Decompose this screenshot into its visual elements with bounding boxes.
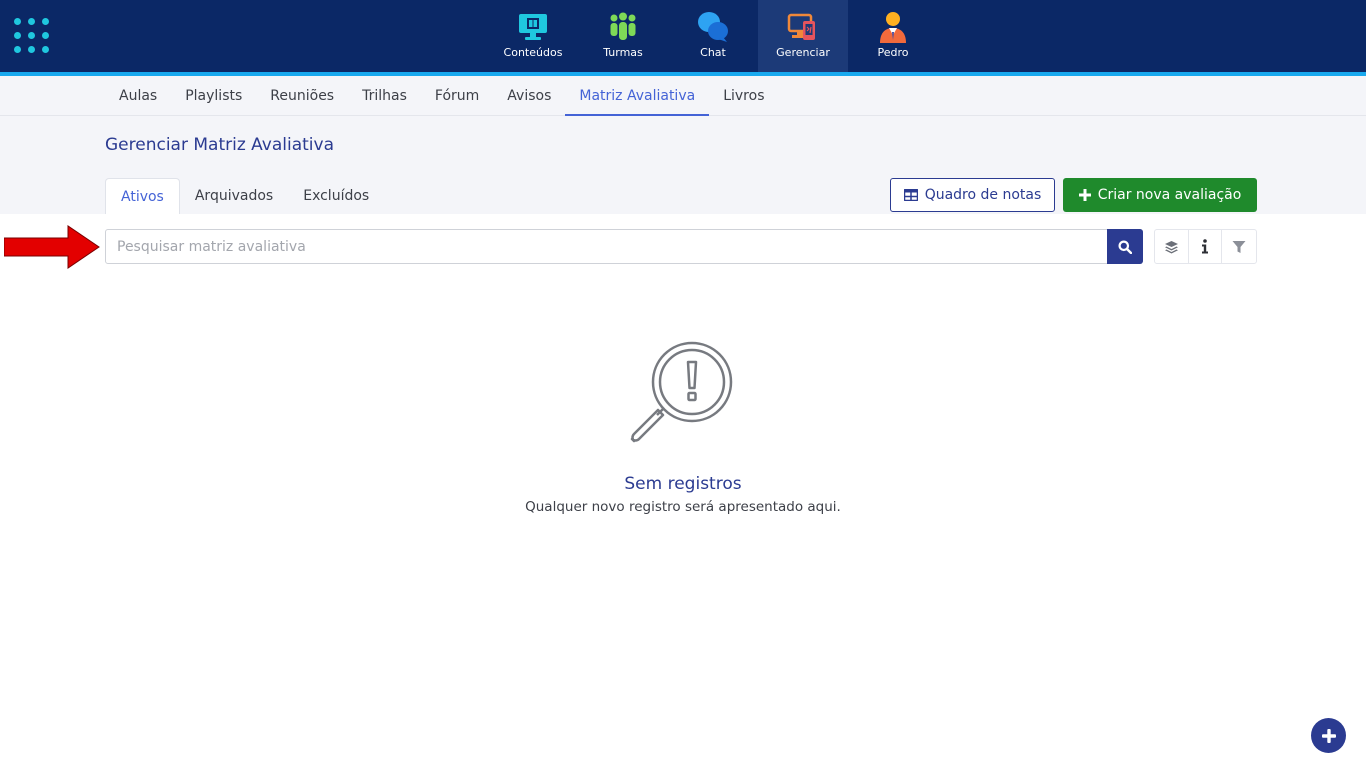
info-button[interactable] xyxy=(1189,230,1223,263)
subnav-item-trilhas[interactable]: Trilhas xyxy=(348,76,421,116)
magnifier-warning-icon xyxy=(630,341,733,443)
nav-item-conteudos[interactable]: Conteúdos xyxy=(488,0,578,72)
quadro-de-notas-button[interactable]: Quadro de notas xyxy=(890,178,1055,212)
group-people-icon xyxy=(610,12,636,40)
main-nav: Conteúdos Turmas Chat Gerenciar Pedro xyxy=(488,0,938,72)
empty-state-title: Sem registros xyxy=(624,474,742,494)
top-navigation-bar: Conteúdos Turmas Chat Gerenciar Pedro xyxy=(0,0,1366,72)
subnav-item-livros[interactable]: Livros xyxy=(709,76,778,116)
tab-ativos[interactable]: Ativos xyxy=(105,178,180,214)
search-input[interactable] xyxy=(106,230,1108,263)
red-arrow-annotation-icon xyxy=(4,225,100,269)
view-tools xyxy=(1154,229,1257,264)
criar-nova-avaliacao-button[interactable]: Criar nova avaliação xyxy=(1063,178,1257,212)
criar-nova-avaliacao-label: Criar nova avaliação xyxy=(1097,187,1242,203)
manage-devices-icon xyxy=(787,13,815,40)
info-icon xyxy=(1202,239,1208,254)
layers-icon xyxy=(1164,240,1178,253)
nav-label: Chat xyxy=(700,46,726,59)
subnav-item-forum[interactable]: Fórum xyxy=(421,76,493,116)
user-avatar-icon xyxy=(880,12,906,43)
subnav-item-avisos[interactable]: Avisos xyxy=(493,76,565,116)
chat-bubbles-icon xyxy=(698,12,728,42)
subnav-item-reunioes[interactable]: Reuniões xyxy=(256,76,348,116)
status-tabs: Ativos Arquivados Excluídos xyxy=(105,178,384,214)
nav-label: Pedro xyxy=(877,46,909,59)
layers-button[interactable] xyxy=(1155,230,1189,263)
nav-item-gerenciar[interactable]: Gerenciar xyxy=(758,0,848,72)
plus-icon xyxy=(1078,189,1091,201)
plus-icon xyxy=(1321,728,1336,743)
nav-label: Turmas xyxy=(603,46,643,59)
subnav-item-matriz-avaliativa[interactable]: Matriz Avaliativa xyxy=(565,76,710,116)
filter-icon xyxy=(1232,240,1246,253)
quadro-de-notas-label: Quadro de notas xyxy=(924,187,1042,203)
page-title: Gerenciar Matriz Avaliativa xyxy=(105,135,334,155)
empty-state-subtitle: Qualquer novo registro será apresentado … xyxy=(525,499,841,515)
nav-item-chat[interactable]: Chat xyxy=(668,0,758,72)
apps-grid-icon[interactable] xyxy=(14,18,50,54)
sub-navigation: Aulas Playlists Reuniões Trilhas Fórum A… xyxy=(0,76,1366,116)
search-icon xyxy=(1118,240,1132,254)
search-button[interactable] xyxy=(1107,229,1143,264)
nav-item-turmas[interactable]: Turmas xyxy=(578,0,668,72)
nav-label: Conteúdos xyxy=(503,46,563,59)
search-bar xyxy=(105,229,1143,264)
tab-arquivados[interactable]: Arquivados xyxy=(180,178,288,214)
monitor-book-icon xyxy=(519,14,547,40)
nav-label: Gerenciar xyxy=(776,46,830,59)
subnav-item-playlists[interactable]: Playlists xyxy=(171,76,256,116)
tab-excluidos[interactable]: Excluídos xyxy=(288,178,384,214)
nav-item-pedro[interactable]: Pedro xyxy=(848,0,938,72)
filter-button[interactable] xyxy=(1222,230,1256,263)
subnav-item-aulas[interactable]: Aulas xyxy=(105,76,171,116)
floating-add-button[interactable] xyxy=(1311,718,1346,753)
table-grid-icon xyxy=(903,189,918,201)
